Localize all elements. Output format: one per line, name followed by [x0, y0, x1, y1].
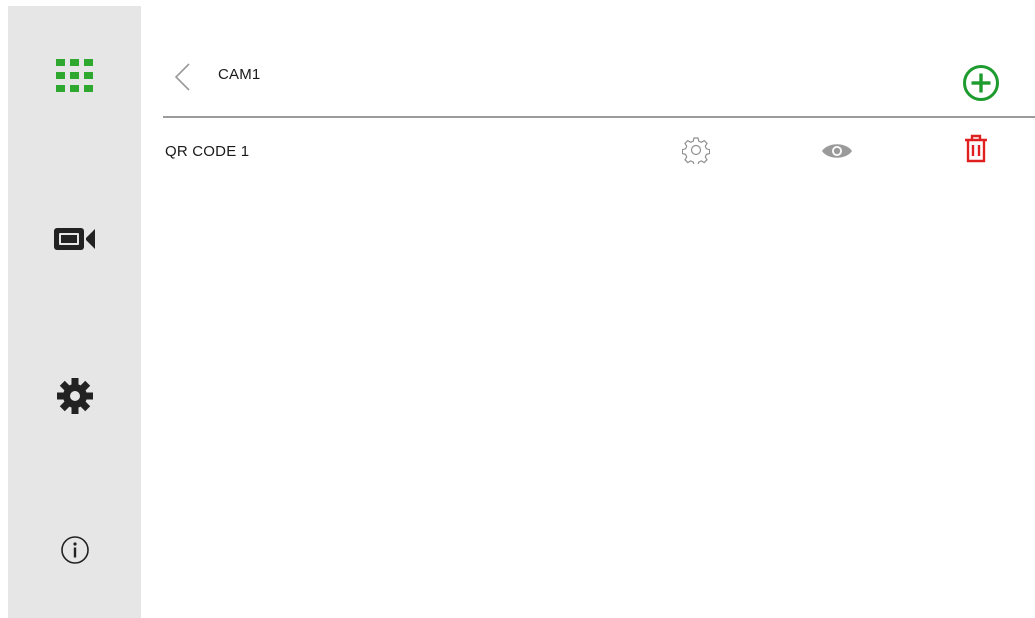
sidebar-item-camera[interactable]: [8, 209, 141, 269]
settings-button[interactable]: [682, 136, 710, 164]
add-button[interactable]: [962, 64, 1000, 102]
camera-icon: [53, 226, 97, 252]
grid-icon: [55, 58, 95, 94]
sidebar: [8, 6, 141, 618]
add-circle-icon: [962, 65, 1000, 106]
info-icon: [60, 535, 90, 565]
chevron-left-icon: [171, 63, 195, 96]
sidebar-item-info[interactable]: [8, 520, 141, 580]
list-item[interactable]: QR CODE 1: [163, 126, 1035, 176]
gear-icon: [56, 377, 94, 415]
sidebar-item-apps[interactable]: [8, 46, 141, 106]
header: CAM1: [163, 50, 1035, 116]
main-panel: CAM1 QR CODE 1: [141, 0, 1035, 618]
settings-icon: [682, 136, 710, 164]
list-item-label: QR CODE 1: [165, 143, 250, 160]
sidebar-item-settings[interactable]: [8, 366, 141, 426]
app-window: CAM1 QR CODE 1: [0, 0, 1035, 618]
back-button[interactable]: [171, 62, 195, 92]
eye-icon: [821, 141, 853, 161]
view-button[interactable]: [821, 141, 853, 161]
delete-button[interactable]: [963, 134, 989, 164]
page-title: CAM1: [218, 66, 261, 83]
header-divider: [163, 116, 1035, 118]
trash-icon: [963, 134, 989, 164]
